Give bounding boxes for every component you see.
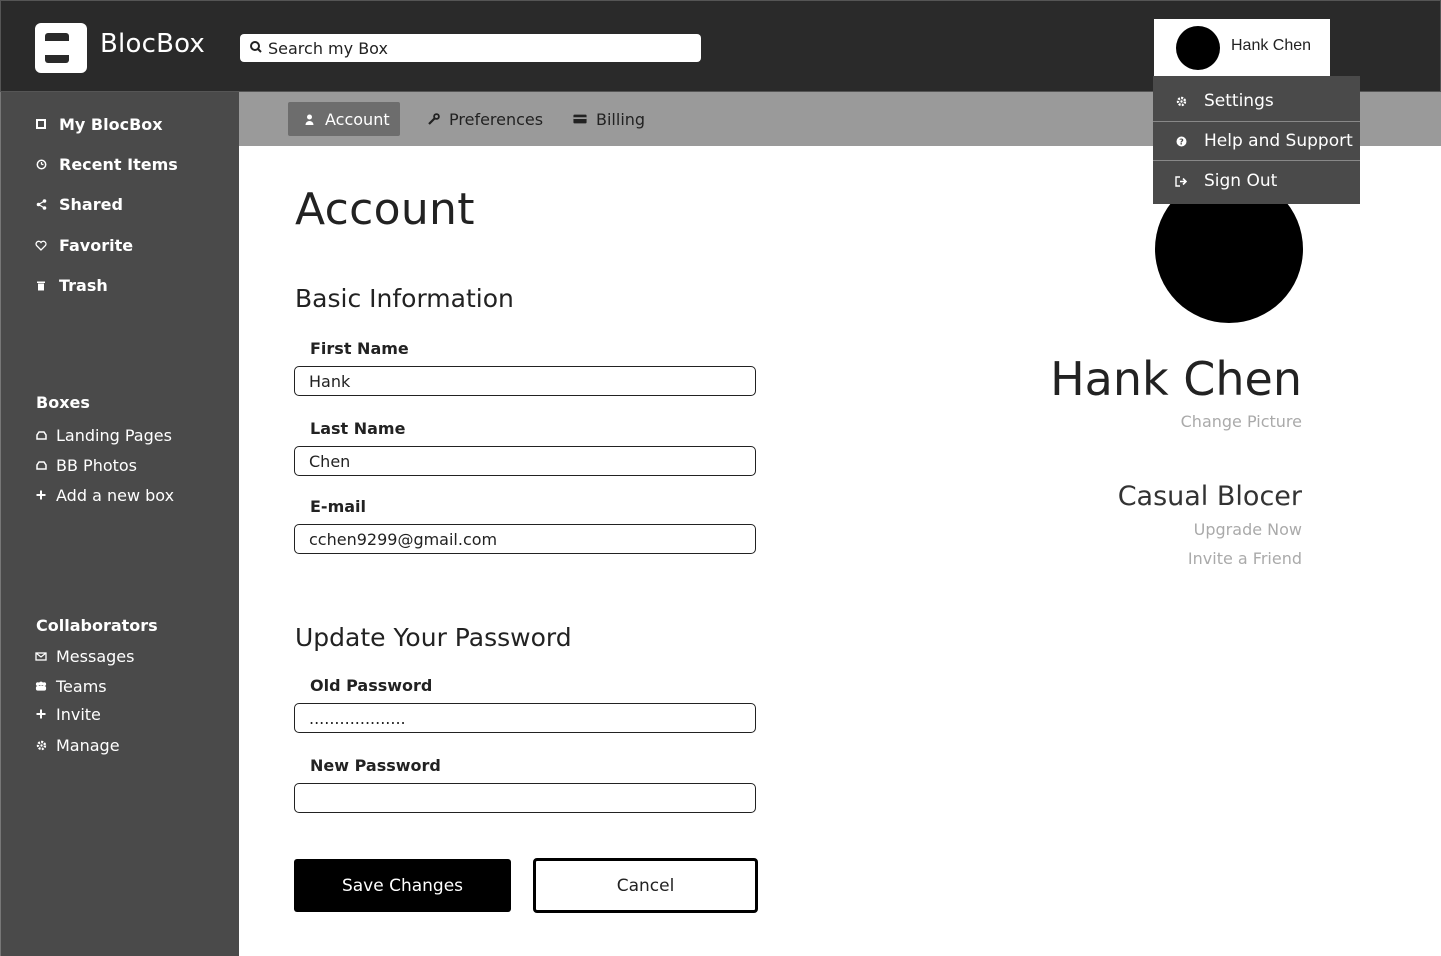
upgrade-now-link[interactable]: Upgrade Now	[1194, 520, 1302, 539]
menu-item-sign-out[interactable]: Sign Out	[1153, 161, 1360, 201]
update-password-heading: Update Your Password	[295, 623, 572, 652]
avatar	[1176, 26, 1220, 70]
sidebar-item-favorite[interactable]: Favorite	[35, 233, 133, 257]
sidebar-item-invite[interactable]: Invite	[35, 703, 101, 725]
search-input[interactable]	[268, 36, 688, 60]
profile-name: Hank Chen	[1050, 352, 1302, 406]
tab-label: Billing	[596, 109, 646, 129]
sidebar-item-label: Shared	[59, 194, 123, 214]
sidebar-item-label: My BlocBox	[59, 114, 163, 134]
plan-name: Casual Blocer	[1117, 481, 1302, 512]
team-icon	[35, 680, 47, 692]
boxes-section-title: Boxes	[36, 393, 90, 412]
brand-name[interactable]: BlocBox	[100, 29, 205, 59]
help-icon: ?	[1175, 135, 1187, 147]
search-bar[interactable]	[240, 34, 701, 62]
tab-preferences[interactable]: Preferences	[426, 102, 543, 136]
inbox-icon	[35, 459, 47, 471]
inbox-icon	[35, 429, 47, 441]
envelope-icon	[35, 650, 47, 662]
svg-text:?: ?	[1179, 137, 1184, 146]
last-name-label: Last Name	[310, 419, 406, 438]
share-icon	[35, 198, 47, 210]
sidebar-item-label: Add a new box	[56, 485, 175, 505]
old-password-field[interactable]	[294, 703, 756, 733]
menu-item-label: Sign Out	[1204, 171, 1278, 191]
change-picture-link[interactable]: Change Picture	[1181, 412, 1302, 431]
tab-label: Preferences	[449, 109, 544, 129]
sidebar-item-my-blocbox[interactable]: My BlocBox	[35, 112, 163, 136]
plus-icon	[35, 489, 47, 501]
invite-friend-link[interactable]: Invite a Friend	[1188, 549, 1302, 568]
sidebar-item-messages[interactable]: Messages	[35, 645, 134, 667]
first-name-label: First Name	[310, 339, 409, 358]
gear-icon	[35, 739, 47, 751]
sidebar-item-label: BB Photos	[56, 455, 138, 475]
sidebar-item-landing-pages[interactable]: Landing Pages	[35, 424, 172, 446]
sidebar-item-label: Recent Items	[59, 154, 178, 174]
gear-icon	[1175, 95, 1187, 107]
user-dropdown-menu: Settings ? Help and Support Sign Out	[1153, 76, 1360, 204]
add-new-box-button[interactable]: Add a new box	[35, 484, 174, 506]
sidebar-item-bb-photos[interactable]: BB Photos	[35, 454, 137, 476]
basic-info-heading: Basic Information	[295, 284, 514, 313]
menu-item-label: Help and Support	[1204, 131, 1353, 151]
cancel-button[interactable]: Cancel	[533, 858, 758, 913]
sidebar-item-teams[interactable]: Teams	[35, 675, 107, 697]
new-password-field[interactable]	[294, 783, 756, 813]
clock-icon	[35, 158, 47, 170]
search-icon	[250, 41, 262, 53]
sidebar-item-label: Manage	[56, 735, 120, 755]
first-name-field[interactable]	[294, 366, 756, 396]
sidebar-item-label: Teams	[56, 676, 107, 696]
blocbox-logo-icon[interactable]	[35, 23, 87, 73]
sidebar-item-shared[interactable]: Shared	[35, 192, 123, 216]
new-password-label: New Password	[310, 756, 441, 775]
last-name-field[interactable]	[294, 446, 756, 476]
email-label: E-mail	[310, 497, 367, 516]
trash-icon	[35, 279, 47, 291]
plus-icon	[35, 708, 47, 720]
user-icon	[302, 112, 316, 126]
save-changes-button[interactable]: Save Changes	[294, 859, 511, 912]
card-icon	[573, 112, 587, 126]
sidebar: My BlocBox Recent Items Shared Favorite …	[0, 92, 239, 956]
user-name: Hank Chen	[1231, 37, 1312, 54]
sidebar-item-recent-items[interactable]: Recent Items	[35, 152, 178, 176]
menu-item-label: Settings	[1204, 91, 1274, 111]
sidebar-item-manage[interactable]: Manage	[35, 734, 120, 756]
box-icon	[35, 118, 47, 130]
menu-item-settings[interactable]: Settings	[1153, 81, 1360, 121]
sidebar-item-label: Landing Pages	[56, 425, 172, 445]
menu-item-help-and-support[interactable]: ? Help and Support	[1153, 121, 1360, 161]
sidebar-item-label: Favorite	[59, 235, 134, 255]
heart-icon	[35, 239, 47, 251]
tab-billing[interactable]: Billing	[573, 102, 645, 136]
tab-account[interactable]: Account	[288, 102, 400, 136]
sidebar-item-label: Invite	[56, 704, 101, 724]
email-field[interactable]	[294, 524, 756, 554]
sidebar-item-trash[interactable]: Trash	[35, 273, 108, 297]
user-menu-button[interactable]: Hank Chen	[1154, 19, 1330, 77]
collaborators-section-title: Collaborators	[36, 616, 158, 635]
wrench-icon	[426, 112, 440, 126]
sign-out-icon	[1175, 175, 1187, 187]
page-title: Account	[295, 184, 475, 235]
sidebar-item-label: Messages	[56, 646, 135, 666]
tab-label: Account	[325, 109, 390, 129]
sidebar-item-label: Trash	[59, 275, 108, 295]
old-password-label: Old Password	[310, 676, 433, 695]
